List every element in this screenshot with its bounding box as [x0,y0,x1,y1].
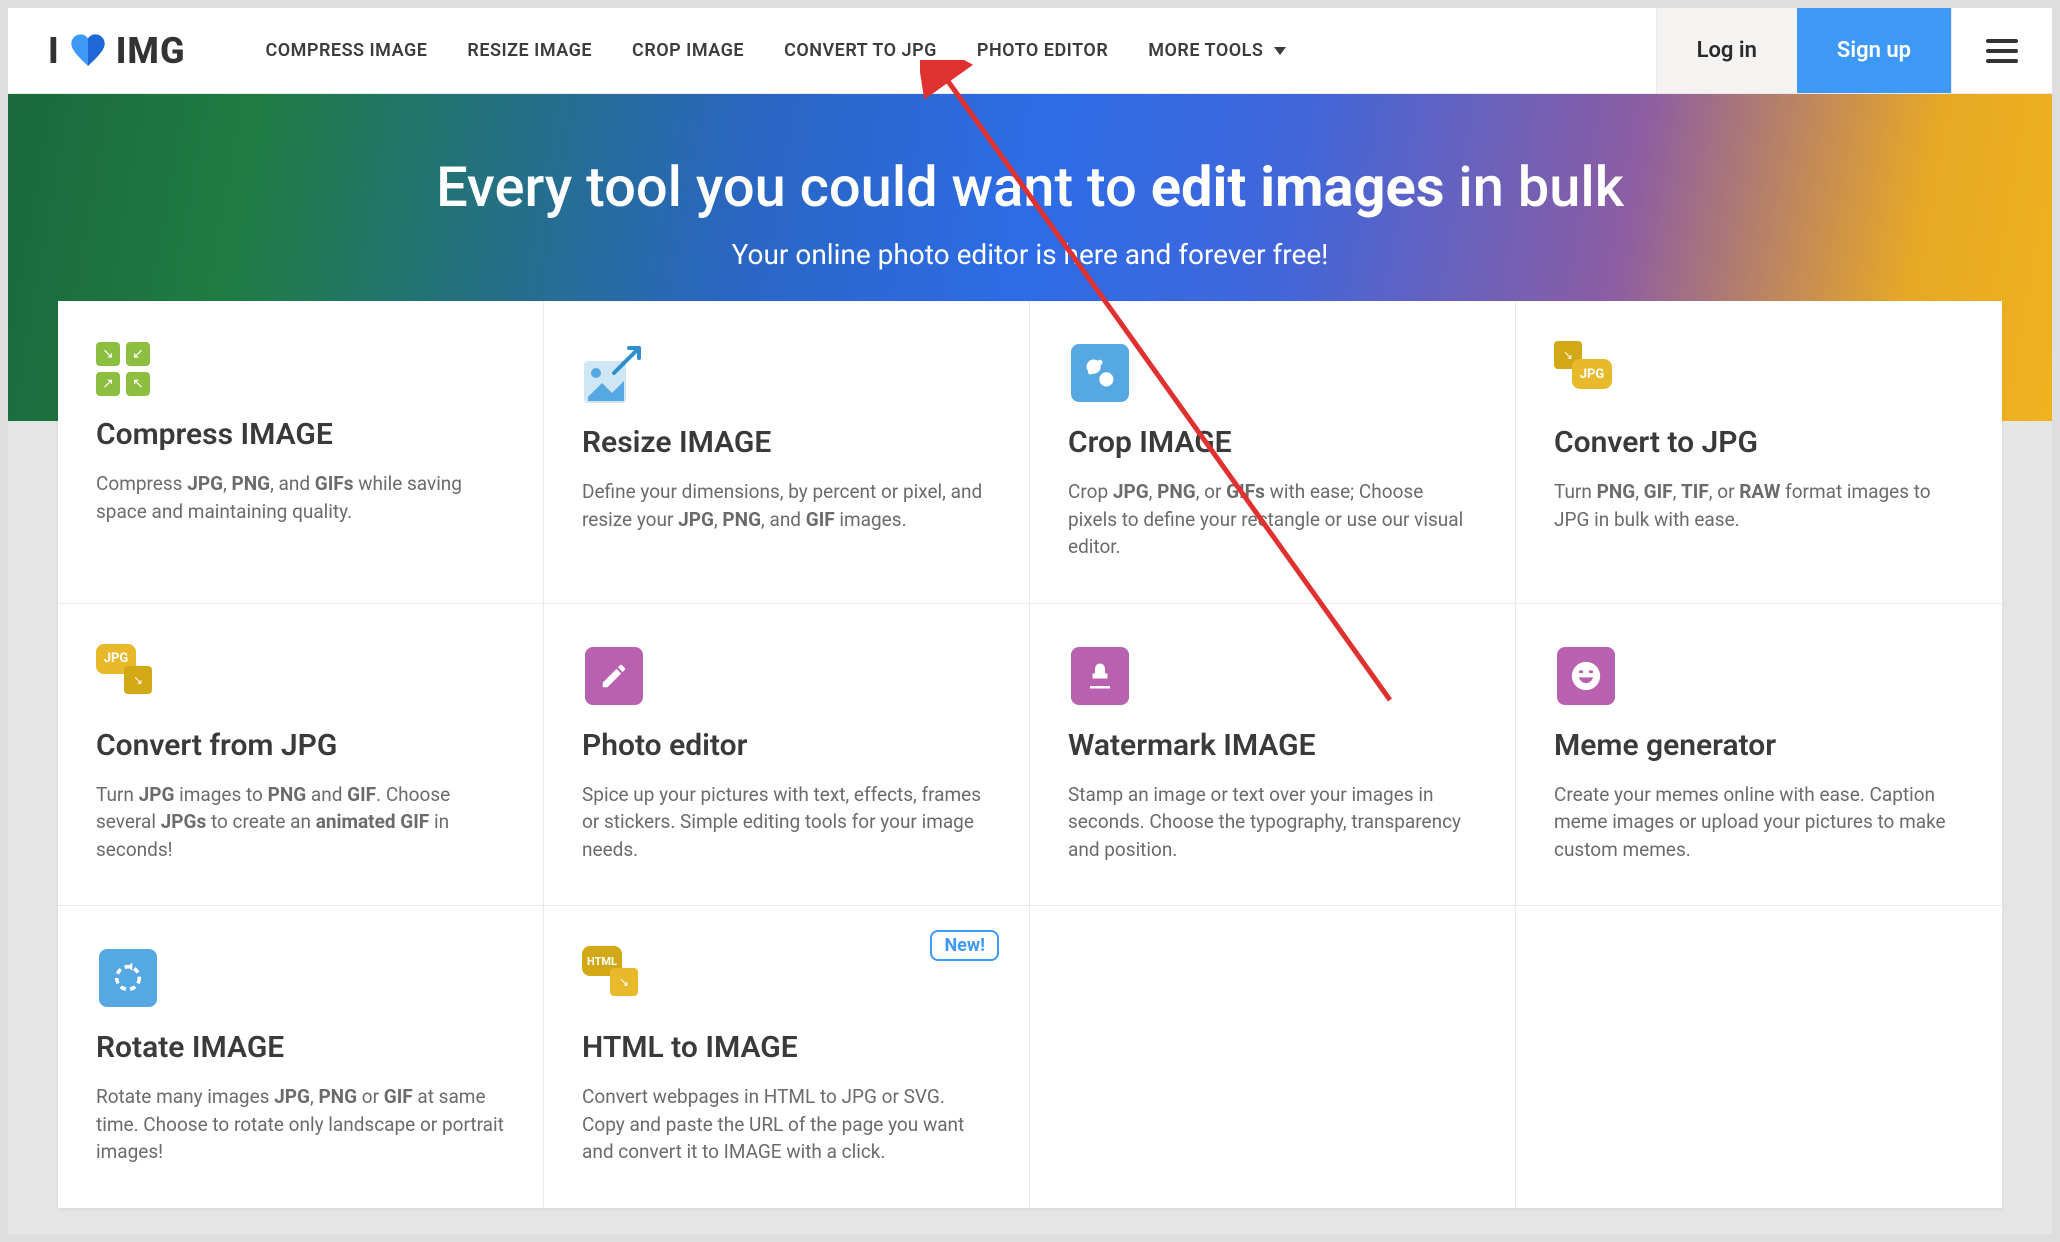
tool-title: Rotate IMAGE [96,1030,505,1065]
tools-grid: ↘ ↙ ↗ ↖ Compress IMAGE Compress JPG, PNG… [58,301,2002,1208]
convert-to-jpg-icon: ↘ JPG [1554,341,1618,405]
tool-desc: Stamp an image or text over your images … [1068,781,1477,864]
tool-crop[interactable]: Crop IMAGE Crop JPG, PNG, or GIFs with e… [1030,301,1516,603]
tool-desc: Compress JPG, PNG, and GIFs while saving… [96,470,505,525]
tool-title: Compress IMAGE [96,417,505,452]
hero-title-tail: in bulk [1445,154,1624,220]
tool-title: Photo editor [582,728,991,763]
nav-resize[interactable]: RESIZE IMAGE [467,40,592,61]
rotate-icon [96,946,160,1010]
hero-title-bold: edit images [1151,154,1445,220]
tool-desc: Turn JPG images to PNG and GIF. Choose s… [96,781,505,864]
tool-html[interactable]: New! HTML ↘ HTML to IMAGE Convert webpag… [544,906,1030,1208]
menu-button[interactable] [1951,8,2052,93]
tool-title: Convert from JPG [96,728,505,763]
nav-crop[interactable]: CROP IMAGE [632,40,744,61]
nav-more-label: MORE TOOLS [1148,40,1263,61]
tool-meme[interactable]: Meme generator Create your memes online … [1516,604,2002,906]
tool-empty [1030,906,1516,1208]
new-badge: New! [930,930,999,961]
tool-compress[interactable]: ↘ ↙ ↗ ↖ Compress IMAGE Compress JPG, PNG… [58,301,544,603]
tool-title: Meme generator [1554,728,1964,763]
tool-title: HTML to IMAGE [582,1030,991,1065]
hamburger-icon [1986,39,2018,63]
logo-text-prefix: I [48,30,60,72]
heart-icon [68,31,108,71]
hero-title: Every tool you could want to edit images… [8,154,2052,220]
login-button[interactable]: Log in [1656,8,1797,93]
hero-title-lead: Every tool you could want to [436,154,1151,220]
tool-desc: Define your dimensions, by percent or pi… [582,478,991,533]
tool-desc: Create your memes online with ease. Capt… [1554,781,1964,864]
tool-empty [1516,906,2002,1208]
tool-title: Resize IMAGE [582,425,991,460]
tool-desc: Turn PNG, GIF, TIF, or RAW format images… [1554,478,1964,533]
tool-rotate[interactable]: Rotate IMAGE Rotate many images JPG, PNG… [58,906,544,1208]
tool-watermark[interactable]: Watermark IMAGE Stamp an image or text o… [1030,604,1516,906]
nav-more[interactable]: MORE TOOLS [1148,40,1286,61]
nav-convert[interactable]: CONVERT TO JPG [784,40,937,61]
tool-title: Crop IMAGE [1068,425,1477,460]
tool-fromjpg[interactable]: JPG ↘ Convert from JPG Turn JPG images t… [58,604,544,906]
logo-text-suffix: IMG [116,30,186,72]
logo[interactable]: I IMG [8,30,226,72]
nav-right: Log in Sign up [1656,8,2052,93]
tool-desc: Crop JPG, PNG, or GIFs with ease; Choose… [1068,478,1477,561]
tool-editor[interactable]: Photo editor Spice up your pictures with… [544,604,1030,906]
tool-desc: Convert webpages in HTML to JPG or SVG. … [582,1083,991,1166]
resize-icon [582,341,646,405]
tool-desc: Spice up your pictures with text, effect… [582,781,991,864]
compress-icon: ↘ ↙ ↗ ↖ [96,341,152,397]
tool-desc: Rotate many images JPG, PNG or GIF at sa… [96,1083,505,1166]
caret-down-icon [1274,47,1286,55]
nav-editor[interactable]: PHOTO EDITOR [977,40,1108,61]
tool-title: Convert to JPG [1554,425,1964,460]
crop-icon [1068,341,1132,405]
meme-icon [1554,644,1618,708]
tool-tojpg[interactable]: ↘ JPG Convert to JPG Turn PNG, GIF, TIF,… [1516,301,2002,603]
editor-icon [582,644,646,708]
tool-resize[interactable]: Resize IMAGE Define your dimensions, by … [544,301,1030,603]
signup-button[interactable]: Sign up [1797,8,1951,93]
navbar: I IMG COMPRESS IMAGE RESIZE IMAGE CROP I… [8,8,2052,94]
nav-compress[interactable]: COMPRESS IMAGE [266,40,428,61]
html-to-image-icon: HTML ↘ [582,946,646,1010]
convert-from-jpg-icon: JPG ↘ [96,644,160,708]
nav-links: COMPRESS IMAGE RESIZE IMAGE CROP IMAGE C… [266,40,1287,61]
tool-title: Watermark IMAGE [1068,728,1477,763]
hero-subtitle: Your online photo editor is here and for… [8,238,2052,271]
watermark-icon [1068,644,1132,708]
